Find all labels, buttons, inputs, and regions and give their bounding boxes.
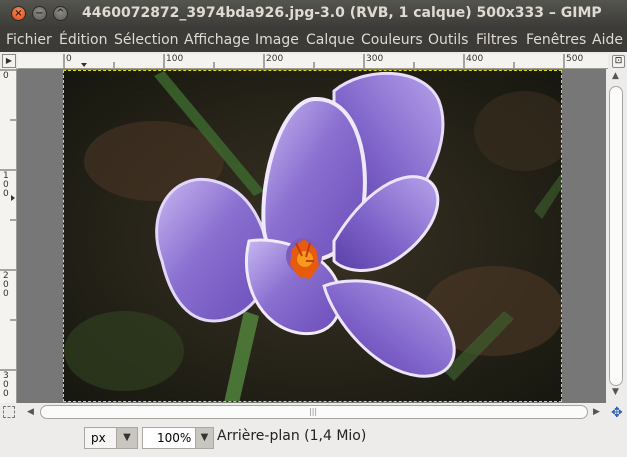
menu-affichage[interactable]: Affichage xyxy=(184,32,250,48)
ruler-label: 300 xyxy=(3,371,9,399)
scroll-down-icon[interactable]: ▼ xyxy=(612,387,619,397)
close-icon[interactable]: × xyxy=(11,6,26,21)
ruler-label: 0 xyxy=(66,54,72,64)
menu-calque[interactable]: Calque xyxy=(306,32,355,48)
scroll-right-icon[interactable]: ▶ xyxy=(593,407,600,417)
ruler-label: 300 xyxy=(366,54,384,64)
horizontal-ruler-ticks xyxy=(63,54,565,68)
minimize-icon[interactable]: − xyxy=(32,6,47,21)
horizontal-scrollbar[interactable]: ◀ ▶ ||| xyxy=(27,405,600,419)
ruler-label: 200 xyxy=(3,271,9,299)
menu-selection[interactable]: Sélection xyxy=(114,32,179,48)
unit-value: px xyxy=(91,431,106,445)
maximize-icon[interactable]: ^ xyxy=(53,6,68,21)
scroll-grip-icon: ||| xyxy=(309,407,318,416)
menu-image[interactable]: Image xyxy=(255,32,299,48)
vertical-ruler-ticks xyxy=(0,69,16,371)
window-title: 4460072872_3974bda926.jpg-3.0 (RVB, 1 ca… xyxy=(82,5,602,21)
zoom-toggle-icon[interactable]: ⊡ xyxy=(612,55,625,68)
horizontal-ruler[interactable]: 0 100 200 300 400 500 xyxy=(18,54,608,69)
chevron-down-icon[interactable]: ▼ xyxy=(195,428,213,448)
vertical-scrollbar[interactable]: ▲ ▼ xyxy=(609,71,623,397)
menu-fichier[interactable]: Fichier xyxy=(6,32,52,48)
menu-filtres[interactable]: Filtres xyxy=(476,32,518,48)
vertical-ruler[interactable]: 0 100 200 300 xyxy=(0,68,17,403)
menu-aide[interactable]: Aide xyxy=(592,32,623,48)
ruler-label: 500 xyxy=(566,54,584,64)
menu-bar: Fichier Édition Sélection Affichage Imag… xyxy=(0,28,627,52)
quick-mask-icon[interactable] xyxy=(3,406,15,418)
ruler-label: 0 xyxy=(3,71,9,81)
unit-select[interactable]: px ▼ xyxy=(84,427,138,449)
chevron-down-icon[interactable]: ▼ xyxy=(116,428,137,448)
ruler-label: 200 xyxy=(266,54,284,64)
menu-couleurs[interactable]: Couleurs xyxy=(361,32,423,48)
menu-arrow-icon[interactable]: ▶ xyxy=(2,54,16,68)
menu-fenetres[interactable]: Fenêtres xyxy=(526,32,586,48)
ruler-label: 400 xyxy=(466,54,484,64)
ruler-label: 100 xyxy=(166,54,184,64)
crocus-photo xyxy=(64,71,561,401)
canvas-area[interactable] xyxy=(17,69,606,403)
title-bar: × − ^ 4460072872_3974bda926.jpg-3.0 (RVB… xyxy=(0,0,627,28)
ruler-label: 100 xyxy=(3,171,9,199)
image-canvas[interactable] xyxy=(63,70,562,402)
navigate-icon[interactable]: ✥ xyxy=(611,405,623,421)
zoom-field[interactable]: 100% ▼ xyxy=(142,427,214,449)
zoom-value: 100% xyxy=(157,431,192,445)
scroll-left-icon[interactable]: ◀ xyxy=(27,407,34,417)
menu-outils[interactable]: Outils xyxy=(428,32,468,48)
menu-edition[interactable]: Édition xyxy=(59,32,107,48)
scroll-up-icon[interactable]: ▲ xyxy=(612,71,619,81)
layer-status: Arrière-plan (1,4 Mio) xyxy=(217,428,367,444)
